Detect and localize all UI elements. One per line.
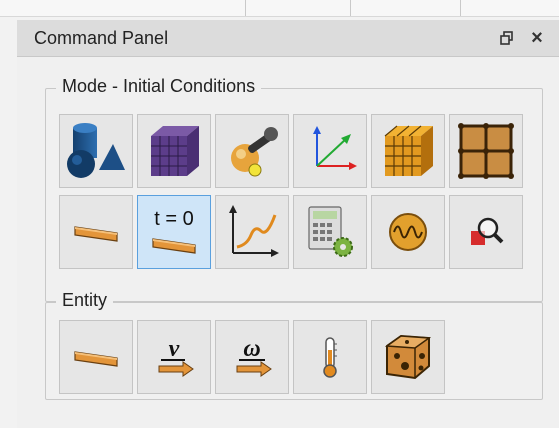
plot-tool-button[interactable] <box>215 195 289 269</box>
signal-tool-button[interactable] <box>371 195 445 269</box>
inspect-tool-button[interactable] <box>449 195 523 269</box>
beam-icon <box>74 226 118 242</box>
t-zero-beam-icon: t = 0 <box>152 208 196 254</box>
close-icon: × <box>531 26 543 49</box>
calculator-tool-button[interactable] <box>293 195 367 269</box>
tab-divider <box>460 0 461 16</box>
curve-graph-icon <box>229 205 279 257</box>
grid-tool-button[interactable] <box>449 114 523 188</box>
velocity-label: v <box>169 336 180 362</box>
close-button[interactable]: × <box>526 27 548 49</box>
velocity-tool-button[interactable]: v <box>137 320 211 394</box>
restore-button[interactable] <box>496 27 518 49</box>
blocks-tool-button[interactable] <box>371 114 445 188</box>
omega-label: ω <box>243 336 260 362</box>
omega-arrow-icon: ω <box>236 336 272 377</box>
brown-grid-icon <box>458 123 514 179</box>
orange-grid-cube-icon <box>384 125 433 176</box>
tab-divider <box>350 0 351 16</box>
material-tool-button[interactable] <box>371 320 445 394</box>
wrench-tools-icon <box>231 127 278 177</box>
setup-tool-button[interactable] <box>215 114 289 188</box>
panel-header: Command Panel × <box>17 20 559 57</box>
mesh-tool-button[interactable] <box>137 114 211 188</box>
body-tool-button[interactable] <box>59 320 133 394</box>
top-strip <box>0 0 559 17</box>
t-zero-label: t = 0 <box>154 208 193 230</box>
mode-group-legend: Mode - Initial Conditions <box>56 76 262 97</box>
cheese-block-icon <box>384 334 432 380</box>
geometry-shapes-icon <box>67 123 125 178</box>
beam-icon <box>74 351 118 367</box>
angular-velocity-tool-button[interactable]: ω <box>215 320 289 394</box>
entity-group-legend: Entity <box>56 290 114 311</box>
geometry-tool-button[interactable] <box>59 114 133 188</box>
coordinate-axes-icon <box>313 126 357 170</box>
sine-wave-icon <box>389 213 427 251</box>
panel-title: Command Panel <box>34 28 169 48</box>
tab-divider <box>245 0 246 16</box>
boundary-tool-button[interactable] <box>59 195 133 269</box>
restore-icon <box>500 31 513 45</box>
velocity-arrow-icon: v <box>158 336 194 377</box>
initial-conditions-tool-button[interactable]: t = 0 <box>137 195 211 269</box>
mesh-cube-icon <box>151 126 199 176</box>
magnifier-icon <box>471 217 504 245</box>
calculator-gear-icon <box>308 206 353 257</box>
coordinates-tool-button[interactable] <box>293 114 367 188</box>
entity-group: Entity v ω <box>45 290 543 400</box>
temperature-tool-button[interactable] <box>293 320 367 394</box>
mode-group: Mode - Initial Conditions t = 0 <box>45 76 543 302</box>
command-panel: Command Panel × Mode - Initial Condition… <box>17 20 559 428</box>
thermometer-icon <box>323 337 337 378</box>
